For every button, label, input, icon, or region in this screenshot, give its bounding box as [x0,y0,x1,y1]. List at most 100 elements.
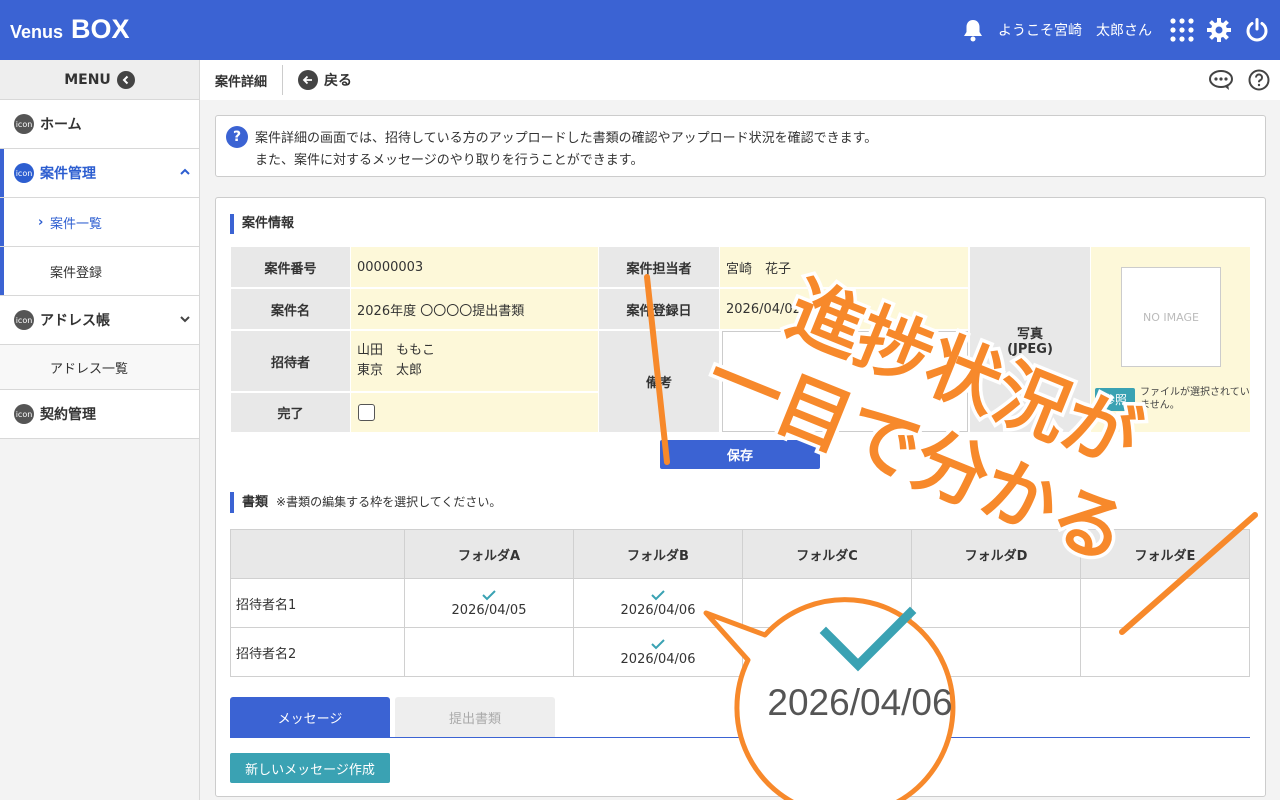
section-title-text: 案件情報 [242,216,295,231]
sidebar-item-label: アドレス帳 [40,313,110,329]
arrow-left-icon [298,70,319,90]
document-cell[interactable] [742,578,912,628]
menu-label: MENU [64,71,111,88]
sidebar-item-contract[interactable]: icon 契約管理 [0,390,199,439]
contract-icon: icon [14,404,34,424]
sidebar-item-label: 案件一覧 [50,216,103,232]
save-button[interactable]: 保存 [660,440,820,469]
chevron-up-icon [179,166,191,182]
invitee-2: 東京 太郎 [357,363,423,378]
table-row-name: 招待者名2 [230,627,405,677]
sidebar-item-case-management[interactable]: icon 案件管理 [0,149,199,198]
value-case-name: 2026年度 〇〇〇〇提出書類 [351,289,598,329]
tab-message[interactable]: メッセージ [230,697,390,737]
check-icon [651,589,665,600]
zoom-date: 2026/04/06 [767,682,953,723]
label-manager: 案件担当者 [599,247,719,287]
photo-label: 写真 [1016,326,1043,342]
chevron-down-icon [179,313,191,329]
value-invitee: 山田 ももこ 東京 太郎 [351,331,598,391]
label-photo: 写真 (JPEG) [970,247,1090,432]
document-cell[interactable] [911,578,1081,628]
sidebar-item-case-register[interactable]: 案件登録 [0,247,199,296]
done-checkbox[interactable] [358,404,375,421]
bell-icon[interactable] [962,18,984,42]
back-button[interactable]: 戻る [298,70,352,90]
chevron-left-icon[interactable] [116,70,135,89]
table-row-name: 招待者名1 [230,578,405,628]
document-cell[interactable] [1080,578,1250,628]
value-reg-date: 2026/04/02 [720,289,968,329]
tab-submitted-documents[interactable]: 提出書類 [395,697,555,737]
sidebar-item-label: 案件管理 [40,166,96,182]
upload-date: 2026/04/06 [620,602,696,618]
invitee-1: 山田 ももこ [357,343,436,358]
tab-underline [230,737,1250,738]
sidebar-item-label: 契約管理 [40,407,96,423]
sidebar-item-home[interactable]: icon ホーム [0,100,199,149]
sidebar-item-label: アドレス一覧 [50,361,129,377]
power-icon[interactable] [1244,17,1270,43]
folder-header: フォルダB [573,529,743,579]
home-icon: icon [14,114,34,134]
value-case-no: 00000003 [351,247,598,287]
chevron-right-icon: › [38,214,44,230]
logo-box: BOX [71,14,130,44]
question-icon: ? [226,126,248,148]
menu-toggle[interactable]: MENU [0,60,199,100]
document-cell[interactable] [742,627,912,677]
logo-venus: Venus [10,22,64,42]
welcome-text: ようこそ宮崎 太郎さん [998,23,1152,39]
remarks-textarea[interactable] [722,331,968,432]
info-text-line2: また、案件に対するメッセージのやり取りを行うことができます。 [255,153,644,168]
label-remarks: 備考 [599,331,719,432]
logo[interactable]: Venus BOX [10,14,130,45]
grid-corner [230,529,405,579]
label-case-no: 案件番号 [231,247,350,287]
sidebar-item-address-book[interactable]: icon アドレス帳 [0,296,199,345]
check-icon [651,638,665,649]
value-done [351,393,598,432]
label-case-name: 案件名 [231,289,350,329]
document-cell[interactable] [911,627,1081,677]
apps-grid-icon[interactable] [1170,18,1194,42]
document-cell[interactable] [404,627,574,677]
new-message-button[interactable]: 新しいメッセージ作成 [230,753,390,783]
document-cell[interactable]: 2026/04/05 [404,578,574,628]
breadcrumb: 案件詳細 戻る [200,60,1280,100]
upload-date: 2026/04/06 [620,651,696,667]
sidebar-item-label: 案件登録 [50,265,103,281]
upload-date: 2026/04/05 [451,602,527,618]
section-title-text: 書類 [242,495,269,510]
sidebar-item-case-list[interactable]: › 案件一覧 [0,198,199,247]
page-title: 案件詳細 [200,65,284,95]
document-cell[interactable]: 2026/04/06 [573,627,743,677]
case-icon: icon [14,163,34,183]
document-cell[interactable] [1080,627,1250,677]
info-box: ? 案件詳細の画面では、招待している方のアップロードした書類の確認やアップロード… [215,115,1266,177]
folder-header: フォルダA [404,529,574,579]
gear-icon[interactable] [1206,17,1232,43]
sidebar-item-label: ホーム [40,117,82,133]
back-label: 戻る [324,73,353,89]
browse-button[interactable]: 参照 [1095,388,1135,411]
file-status-text: ファイルが選択されていません。 [1140,387,1250,411]
top-header: Venus BOX ようこそ宮崎 太郎さん [0,0,1280,60]
value-manager: 宮崎 花子 [720,247,968,287]
address-book-icon: icon [14,310,34,330]
document-cell[interactable]: 2026/04/06 [573,578,743,628]
folder-header: フォルダE [1080,529,1250,579]
no-image-placeholder: NO IMAGE [1121,267,1221,367]
label-invitee: 招待者 [231,331,350,391]
section-title-case-info: 案件情報 [230,214,294,234]
sidebar-item-address-list[interactable]: アドレス一覧 [0,345,199,390]
label-done: 完了 [231,393,350,432]
info-text-line1: 案件詳細の画面では、招待している方のアップロードした書類の確認やアップロード状況… [255,131,878,146]
folder-header: フォルダC [742,529,912,579]
help-icon[interactable] [1248,69,1270,95]
label-reg-date: 案件登録日 [599,289,719,329]
documents-note: ※書類の編集する枠を選択してください。 [276,495,502,509]
sidebar: MENU icon ホーム icon 案件管理 › 案件一覧 案件登録 icon… [0,60,200,800]
chat-icon[interactable] [1208,69,1234,95]
section-title-documents: 書類 ※書類の編集する枠を選択してください。 [230,492,501,513]
